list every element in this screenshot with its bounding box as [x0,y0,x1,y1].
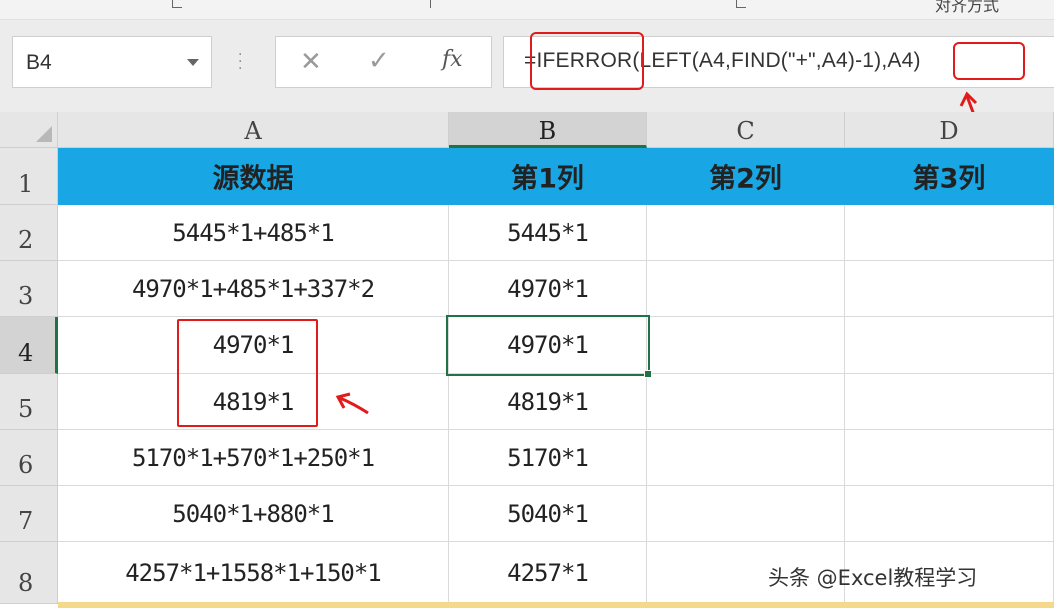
cell-b6[interactable]: 5170*1 [449,430,647,486]
formula-buttons: ✕ ✓ fx [275,36,492,88]
fill-handle[interactable] [644,370,652,378]
row-header-8[interactable]: 8 [0,542,58,604]
ribbon-divider [430,0,440,8]
insert-function-icon[interactable]: fx [442,47,463,72]
row-header-1[interactable]: 1 [0,148,58,205]
column-header-d[interactable]: D [845,112,1054,148]
select-all-triangle-icon [36,126,52,142]
sheet-grid: A B C D 1 2 3 4 5 6 7 8 源数据 第1列 第2列 第3列 … [0,112,1054,608]
cell-c1[interactable]: 第2列 [647,148,845,205]
cell-a3[interactable]: 4970*1+485*1+337*2 [58,261,449,317]
cell-d3[interactable] [845,261,1054,317]
annotation-iferror-box [530,32,644,90]
enter-check-icon[interactable]: ✓ [368,46,390,76]
cell-b2[interactable]: 5445*1 [449,205,647,261]
column-header-b[interactable]: B [449,112,647,148]
annotation-a4-box [953,42,1025,80]
column-header-a[interactable]: A [58,112,449,148]
chevron-down-icon[interactable] [187,59,199,66]
ribbon-strip: 对齐方式 [0,0,1054,20]
cell-c4[interactable] [647,317,845,374]
cell-d6[interactable] [845,430,1054,486]
cell-d1[interactable]: 第3列 [845,148,1054,205]
row-header-6[interactable]: 6 [0,430,58,486]
ribbon-group-alignment-label: 对齐方式 [935,0,1000,15]
more-options-icon[interactable]: · · · [238,48,242,76]
next-row-fill [58,602,1054,608]
row-header-2[interactable]: 2 [0,205,58,261]
row-header-4[interactable]: 4 [0,317,58,374]
cell-c7[interactable] [647,486,845,542]
name-box-value: B4 [26,51,52,74]
select-all-corner[interactable] [0,112,58,148]
active-cell-selection [446,315,650,376]
cell-c6[interactable] [647,430,845,486]
cell-a6[interactable]: 5170*1+570*1+250*1 [58,430,449,486]
row-header-3[interactable]: 3 [0,261,58,317]
row-header-5[interactable]: 5 [0,374,58,430]
cell-b7[interactable]: 5040*1 [449,486,647,542]
cell-d7[interactable] [845,486,1054,542]
row-header-7[interactable]: 7 [0,486,58,542]
annotation-arrow-left-icon [335,392,369,415]
cell-b3[interactable]: 4970*1 [449,261,647,317]
annotation-a4-a5-box [177,319,318,427]
cell-b1[interactable]: 第1列 [449,148,647,205]
cell-d5[interactable] [845,374,1054,430]
cell-a8[interactable]: 4257*1+1558*1+150*1 [58,542,449,604]
column-header-c[interactable]: C [647,112,845,148]
cell-c3[interactable] [647,261,845,317]
dialog-launcher-icon[interactable] [736,0,746,8]
name-box[interactable]: B4 [12,36,212,88]
cell-a7[interactable]: 5040*1+880*1 [58,486,449,542]
formula-bar: B4 · · · ✕ ✓ fx =IFERROR(LEFT(A4,FIND("+",… [0,20,1054,112]
cell-b8[interactable]: 4257*1 [449,542,647,604]
dialog-launcher-icon[interactable] [172,0,182,8]
cancel-x-icon[interactable]: ✕ [300,47,322,77]
cell-a2[interactable]: 5445*1+485*1 [58,205,449,261]
cell-d2[interactable] [845,205,1054,261]
cell-a1[interactable]: 源数据 [58,148,449,205]
cell-b5[interactable]: 4819*1 [449,374,647,430]
cell-c5[interactable] [647,374,845,430]
watermark-text: 头条 @Excel教程学习 [768,566,978,590]
cell-c2[interactable] [647,205,845,261]
cell-d4[interactable] [845,317,1054,374]
